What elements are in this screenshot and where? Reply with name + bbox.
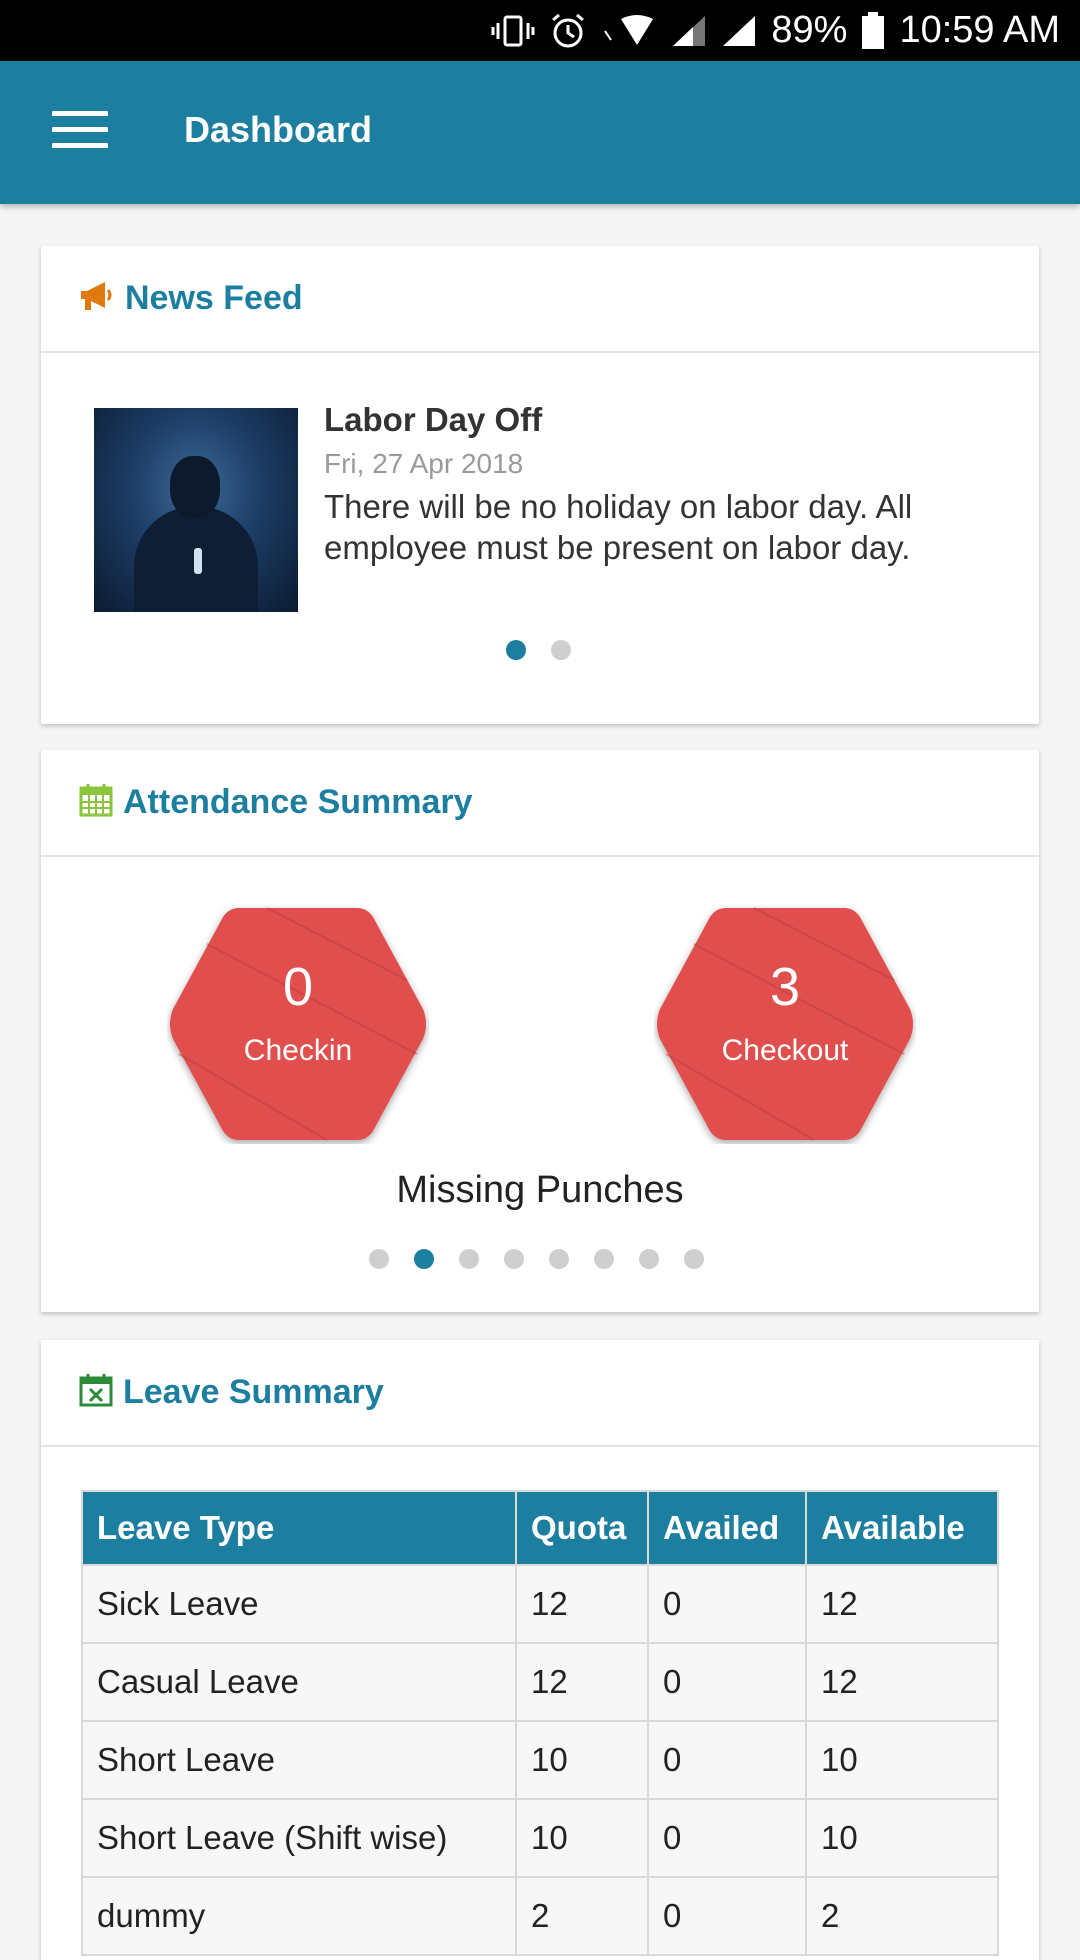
- signal-icon: [671, 14, 707, 48]
- pager-dot[interactable]: [551, 640, 571, 660]
- table-row: Casual Leave 12 0 12: [81, 1642, 999, 1722]
- news-feed-card: News Feed Labor Day Off Fri, 27 Apr 2018…: [41, 246, 1039, 724]
- page-title: Dashboard: [184, 109, 373, 150]
- pager-dot[interactable]: [549, 1249, 569, 1269]
- table-cell: Short Leave (Shift wise): [81, 1798, 517, 1878]
- column-header: Quota: [515, 1490, 649, 1566]
- news-pager-dots: [506, 640, 571, 660]
- pager-dot[interactable]: [414, 1249, 434, 1269]
- column-header: Availed: [647, 1490, 807, 1566]
- table-cell: 0: [647, 1720, 807, 1800]
- table-row: Short Leave (Shift wise) 10 0 10: [81, 1798, 999, 1878]
- alarm-icon: [549, 12, 587, 50]
- table-cell: 12: [515, 1564, 649, 1644]
- megaphone-icon: [79, 280, 115, 317]
- table-cell: 0: [647, 1798, 807, 1878]
- signal-icon: [721, 14, 757, 48]
- table-cell: 10: [515, 1720, 649, 1800]
- hamburger-menu-icon[interactable]: [52, 111, 108, 155]
- news-feed-title: News Feed: [125, 279, 303, 317]
- news-item-date: Fri, 27 Apr 2018: [324, 448, 524, 479]
- attendance-summary-card: Attendance Summary 0 Checkin 3 Checkout …: [41, 750, 1039, 1312]
- leave-table: Leave Type Quota Availed Available Sick …: [81, 1490, 999, 1956]
- table-cell: 0: [647, 1876, 807, 1956]
- table-row: Sick Leave 12 0 12: [81, 1564, 999, 1644]
- leave-summary-card: Leave Summary Leave Type Quota Availed A…: [41, 1340, 1039, 1960]
- table-cell: 12: [515, 1642, 649, 1722]
- checkout-tile[interactable]: 3 Checkout: [654, 904, 916, 1144]
- table-cell: Short Leave: [81, 1720, 517, 1800]
- table-cell: 10: [805, 1720, 999, 1800]
- table-cell: 10: [805, 1798, 999, 1878]
- status-bar: 89% 10:59 AM: [0, 0, 1080, 61]
- table-cell: dummy: [81, 1876, 517, 1956]
- attendance-summary-title: Attendance Summary: [123, 783, 473, 821]
- column-header: Available: [805, 1490, 999, 1566]
- leave-summary-header: Leave Summary: [41, 1340, 1039, 1447]
- checkout-label: Checkout: [721, 1034, 849, 1067]
- missing-punches-label: Missing Punches: [396, 1169, 684, 1211]
- table-cell: 2: [515, 1876, 649, 1956]
- pager-dot[interactable]: [594, 1249, 614, 1269]
- table-cell: 0: [647, 1564, 807, 1644]
- news-item-title[interactable]: Labor Day Off: [324, 401, 542, 439]
- checkout-count: 3: [769, 957, 801, 1017]
- pager-dot[interactable]: [506, 640, 526, 660]
- clock: 10:59 AM: [899, 9, 1060, 51]
- table-cell: 0: [647, 1642, 807, 1722]
- table-cell: Sick Leave: [81, 1564, 517, 1644]
- wifi-icon: [601, 13, 657, 49]
- table-row: dummy 2 0 2: [81, 1876, 999, 1956]
- attendance-summary-header: Attendance Summary: [41, 750, 1039, 857]
- table-row: Short Leave 10 0 10: [81, 1720, 999, 1800]
- news-image[interactable]: [94, 408, 298, 612]
- table-cell: 10: [515, 1798, 649, 1878]
- calendar-x-icon: [79, 1373, 113, 1412]
- column-header: Leave Type: [81, 1490, 517, 1566]
- battery-icon: [861, 11, 885, 50]
- table-header-row: Leave Type Quota Availed Available: [81, 1490, 999, 1566]
- attendance-pager-dots: [369, 1249, 704, 1269]
- pager-dot[interactable]: [639, 1249, 659, 1269]
- leave-summary-title: Leave Summary: [123, 1373, 384, 1411]
- table-cell: 12: [805, 1564, 999, 1644]
- news-feed-header: News Feed: [41, 246, 1039, 353]
- pager-dot[interactable]: [684, 1249, 704, 1269]
- calendar-icon: [79, 783, 113, 822]
- pager-dot[interactable]: [369, 1249, 389, 1269]
- pager-dot[interactable]: [504, 1249, 524, 1269]
- checkin-count: 0: [282, 957, 314, 1017]
- app-bar: Dashboard: [0, 61, 1080, 204]
- checkin-tile[interactable]: 0 Checkin: [167, 904, 429, 1144]
- vibrate-icon: [491, 14, 535, 48]
- news-item-body: There will be no holiday on labor day. A…: [324, 488, 913, 566]
- table-cell: 12: [805, 1642, 999, 1722]
- table-cell: Casual Leave: [81, 1642, 517, 1722]
- table-cell: 2: [805, 1876, 999, 1956]
- battery-percent: 89%: [771, 9, 848, 51]
- checkin-label: Checkin: [243, 1034, 353, 1067]
- pager-dot[interactable]: [459, 1249, 479, 1269]
